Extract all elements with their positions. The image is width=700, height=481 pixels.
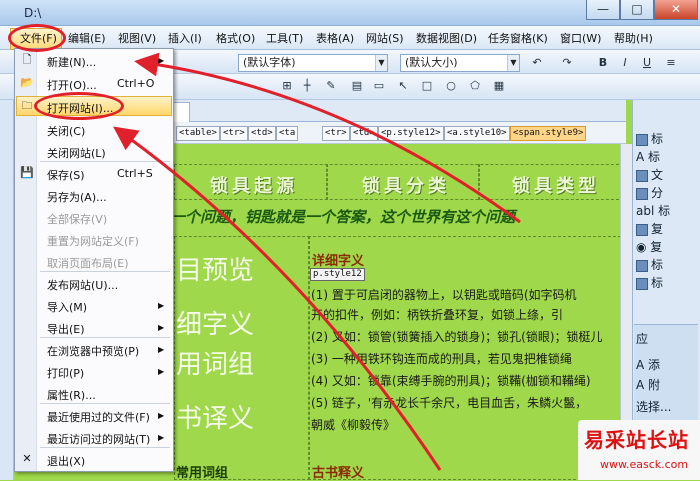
annotation-arrow [134, 52, 521, 224]
annotation-arrows [113, 52, 521, 471]
annotation-arrow [113, 126, 442, 471]
